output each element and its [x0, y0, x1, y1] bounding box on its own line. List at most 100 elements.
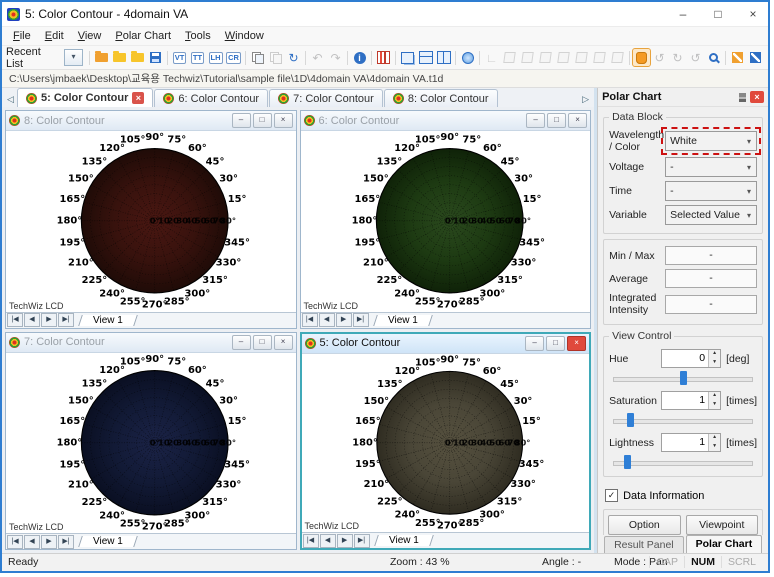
close-button[interactable]: ×: [738, 3, 768, 25]
polar-chart-canvas[interactable]: 15°30°45°60°75°90°105°120°135°150°165°18…: [301, 131, 591, 312]
menu-item-window[interactable]: Window: [218, 30, 271, 42]
spin-down-icon[interactable]: ▼: [709, 401, 720, 410]
panel-close-button[interactable]: ×: [274, 113, 293, 128]
wavelength-color-select[interactable]: White▾: [665, 131, 757, 151]
panel-close-button[interactable]: ×: [274, 335, 293, 350]
grid-blue-icon[interactable]: [747, 49, 764, 66]
time-select[interactable]: -▾: [665, 181, 757, 201]
menu-item-edit[interactable]: Edit: [38, 30, 71, 42]
hue-slider[interactable]: [611, 371, 755, 386]
panel-maximize-button[interactable]: □: [546, 336, 565, 351]
nav-next-icon[interactable]: ▶: [336, 313, 352, 327]
globe-icon[interactable]: [459, 49, 476, 66]
tab-scroll-right-icon[interactable]: ▷: [579, 91, 592, 107]
panel-maximize-button[interactable]: □: [547, 113, 566, 128]
panel-titlebar[interactable]: 5: Color Contour – □ ×: [302, 334, 590, 354]
nav-last-icon[interactable]: ▶|: [58, 535, 74, 549]
panel-close-button[interactable]: ×: [568, 113, 587, 128]
view-tab[interactable]: View 1: [78, 536, 137, 547]
spinner-arrows[interactable]: ▲▼: [708, 350, 720, 367]
spinner-arrows[interactable]: ▲▼: [708, 434, 720, 451]
report-icon[interactable]: [375, 49, 392, 66]
window-cascade-icon[interactable]: [399, 49, 416, 66]
slider-thumb[interactable]: [627, 413, 634, 427]
panel-titlebar[interactable]: 8: Color Contour – □ ×: [6, 111, 296, 131]
maximize-button[interactable]: □: [703, 3, 733, 25]
voltage-select[interactable]: -▾: [665, 157, 757, 177]
panel-titlebar[interactable]: 6: Color Contour – □ ×: [301, 111, 591, 131]
vt-chart-button[interactable]: VT: [171, 49, 188, 66]
viewpoint-button[interactable]: Viewpoint: [686, 515, 758, 535]
zoom-region-icon[interactable]: [705, 49, 722, 66]
chevron-down-icon[interactable]: ▾: [742, 211, 756, 220]
saturation-input[interactable]: 1▲▼: [661, 391, 721, 410]
tt-chart-button[interactable]: TT: [189, 49, 206, 66]
panel-maximize-button[interactable]: □: [253, 113, 272, 128]
option-button[interactable]: Option: [608, 515, 680, 535]
title-bar[interactable]: 5: Color Contour - 4domain VA – □ ×: [2, 2, 768, 26]
open-folder-icon[interactable]: [111, 49, 128, 66]
nav-next-icon[interactable]: ▶: [337, 534, 353, 548]
spinner-arrows[interactable]: ▲▼: [708, 392, 720, 409]
tab-scroll-left-icon[interactable]: ◁: [4, 91, 17, 107]
nav-last-icon[interactable]: ▶|: [58, 313, 74, 327]
window-tile-horizontal-icon[interactable]: [417, 49, 434, 66]
spin-down-icon[interactable]: ▼: [709, 359, 720, 368]
tab-7-color-contour[interactable]: 7: Color Contour: [269, 89, 383, 107]
chevron-down-icon[interactable]: ▾: [742, 137, 756, 146]
nav-last-icon[interactable]: ▶|: [354, 534, 370, 548]
saturation-slider[interactable]: [611, 413, 755, 428]
nav-prev-icon[interactable]: ◀: [24, 313, 40, 327]
open-sample-icon[interactable]: [129, 49, 146, 66]
nav-prev-icon[interactable]: ◀: [320, 534, 336, 548]
nav-prev-icon[interactable]: ◀: [319, 313, 335, 327]
spin-up-icon[interactable]: ▲: [709, 434, 720, 443]
panel-maximize-button[interactable]: □: [253, 335, 272, 350]
minimize-button[interactable]: –: [668, 3, 698, 25]
tab-8-color-contour[interactable]: 8: Color Contour: [384, 89, 498, 107]
menu-item-polar-chart[interactable]: Polar Chart: [108, 30, 178, 42]
panel-minimize-button[interactable]: –: [525, 336, 544, 351]
tab-5-color-contour[interactable]: 5: Color Contour×: [17, 88, 153, 107]
nav-next-icon[interactable]: ▶: [41, 535, 57, 549]
chevron-down-icon[interactable]: ▾: [742, 163, 756, 172]
view-tab[interactable]: View 1: [373, 315, 432, 326]
dock-close-icon[interactable]: ×: [750, 91, 764, 103]
lightness-slider[interactable]: [611, 455, 755, 470]
cr-chart-button[interactable]: CR: [225, 49, 242, 66]
lightness-input[interactable]: 1▲▼: [661, 433, 721, 452]
copy-icon[interactable]: [249, 49, 266, 66]
data-information-checkbox[interactable]: ✓ Data Information: [605, 489, 763, 502]
panel-minimize-button[interactable]: –: [232, 113, 251, 128]
panel-titlebar[interactable]: 7: Color Contour – □ ×: [6, 333, 296, 353]
tab-6-color-contour[interactable]: 6: Color Contour: [154, 89, 268, 107]
grid-orange-icon[interactable]: [729, 49, 746, 66]
open-file-icon[interactable]: [93, 49, 110, 66]
panel-minimize-button[interactable]: –: [232, 335, 251, 350]
dock-tab-polar-chart[interactable]: Polar Chart: [686, 535, 763, 553]
refresh-icon[interactable]: ↻: [285, 49, 302, 66]
nav-last-icon[interactable]: ▶|: [353, 313, 369, 327]
nav-prev-icon[interactable]: ◀: [24, 535, 40, 549]
polar-chart-canvas[interactable]: 15°30°45°60°75°90°105°120°135°150°165°18…: [302, 354, 590, 533]
slider-thumb[interactable]: [680, 371, 687, 385]
nav-next-icon[interactable]: ▶: [41, 313, 57, 327]
nav-first-icon[interactable]: |◀: [7, 535, 23, 549]
slider-thumb[interactable]: [624, 455, 631, 469]
view-tab[interactable]: View 1: [78, 315, 137, 326]
variable-select[interactable]: Selected Value▾: [665, 205, 757, 225]
polar-chart-canvas[interactable]: 15°30°45°60°75°90°105°120°135°150°165°18…: [6, 353, 296, 534]
save-icon[interactable]: [147, 49, 164, 66]
nav-first-icon[interactable]: |◀: [302, 313, 318, 327]
panel-close-button[interactable]: ×: [567, 336, 586, 351]
dock-tab-result-panel[interactable]: Result Panel: [604, 536, 684, 553]
pin-icon[interactable]: [739, 93, 746, 102]
info-icon[interactable]: i: [351, 49, 368, 66]
pan-tool-icon[interactable]: [633, 49, 650, 66]
panel-minimize-button[interactable]: –: [526, 113, 545, 128]
recent-list-combobox[interactable]: Recent List ▾: [6, 46, 83, 70]
spin-up-icon[interactable]: ▲: [709, 350, 720, 359]
spin-up-icon[interactable]: ▲: [709, 392, 720, 401]
nav-first-icon[interactable]: |◀: [7, 313, 23, 327]
view-tab[interactable]: View 1: [374, 535, 433, 546]
